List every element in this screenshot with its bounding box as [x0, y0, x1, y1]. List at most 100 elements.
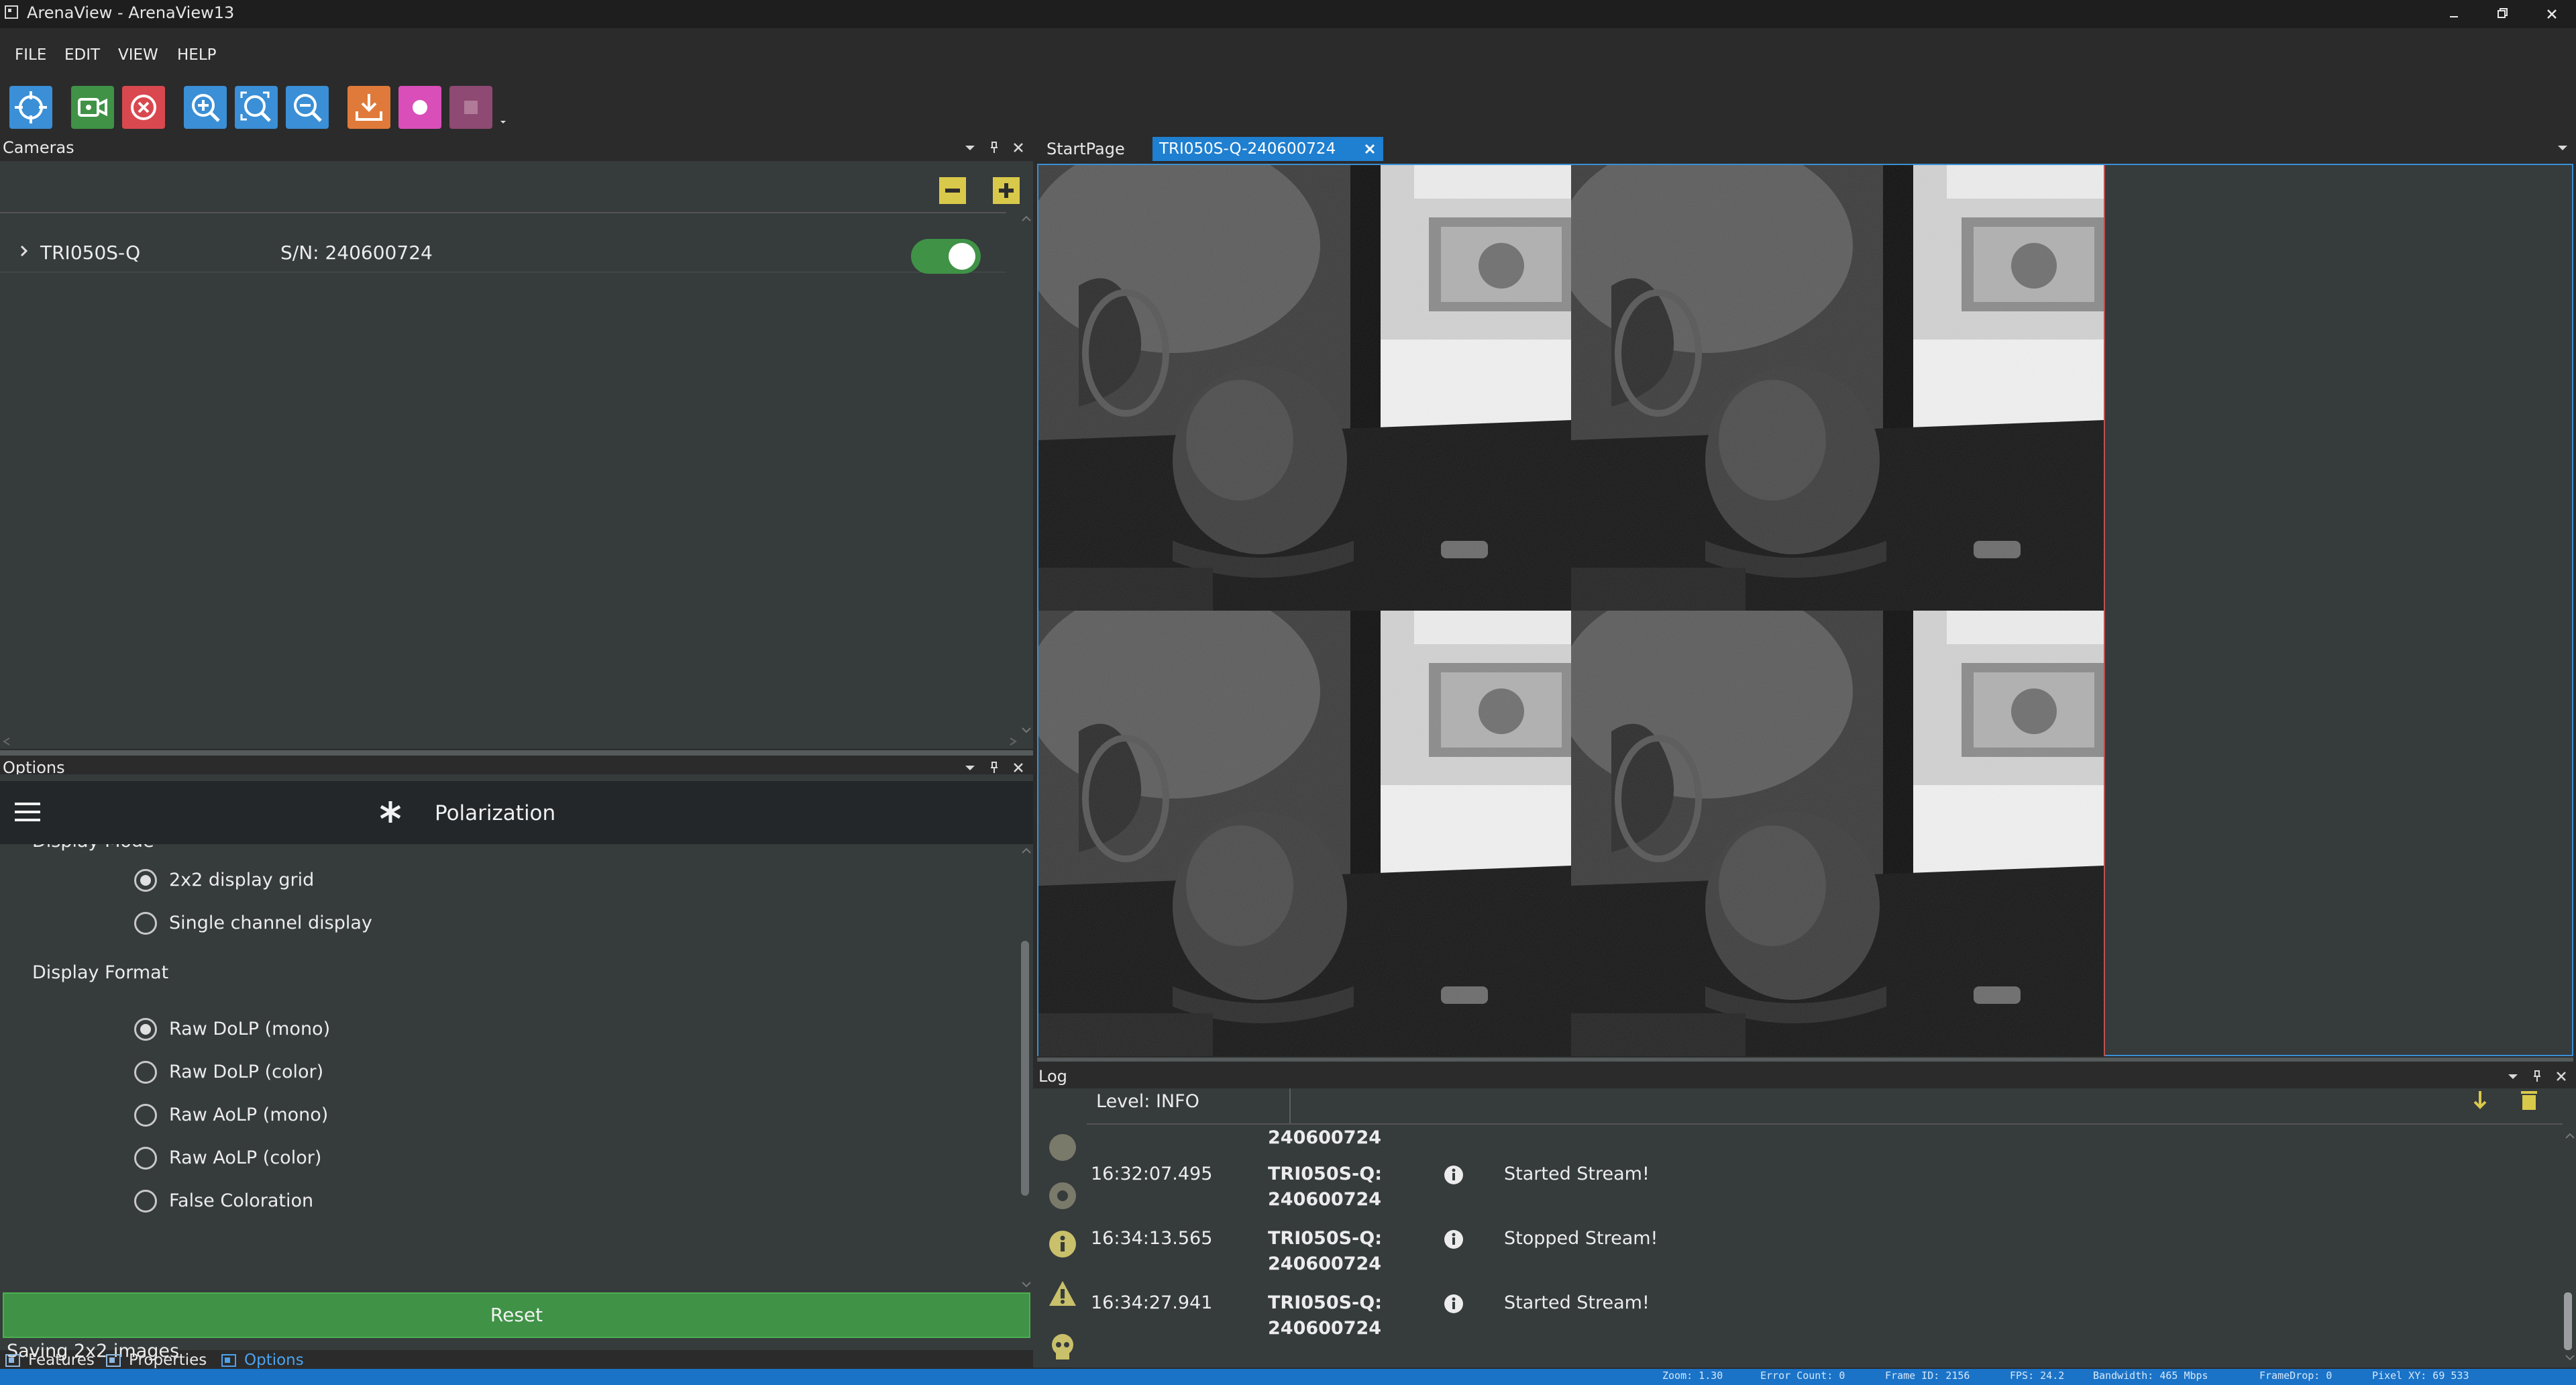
log-message: Started Stream! — [1504, 1164, 1650, 1184]
radio-button[interactable] — [134, 1190, 157, 1213]
zoom-out-button[interactable] — [286, 86, 329, 129]
radio-raw-aolp-color[interactable]: Raw AoLP (color) — [134, 1145, 738, 1174]
menu-view[interactable]: VIEW — [118, 42, 158, 68]
panel-menu-icon[interactable] — [963, 762, 977, 773]
close-tab-icon[interactable] — [1363, 142, 1377, 156]
log-device: TRI050S-Q: — [1268, 1228, 1383, 1249]
toggle-knob — [949, 243, 975, 270]
tabs-dropdown-icon[interactable] — [2556, 144, 2569, 153]
options-tab-icon — [221, 1353, 237, 1368]
radio-2x2-grid[interactable]: 2x2 display grid — [134, 867, 738, 896]
clear-log-icon[interactable] — [2518, 1088, 2540, 1113]
menu-file[interactable]: FILE — [15, 42, 46, 68]
log-entry: 16:34:13.565 TRI050S-Q: 240600724 Stoppe… — [1087, 1228, 2563, 1288]
plus-icon — [993, 177, 1020, 204]
connect-button[interactable] — [9, 86, 52, 129]
radio-raw-dolp-mono[interactable]: Raw DoLP (mono) — [134, 1016, 738, 1045]
close-panel-icon[interactable] — [2555, 1070, 2568, 1083]
debug-level-icon[interactable] — [1048, 1133, 1077, 1162]
menu-help[interactable]: HELP — [177, 42, 217, 68]
log-device-serial: 240600724 — [1268, 1318, 1382, 1339]
camera-enable-toggle[interactable] — [911, 239, 981, 274]
close-panel-icon[interactable] — [1012, 141, 1025, 154]
error-level-icon[interactable] — [1048, 1333, 1077, 1362]
radio-button[interactable] — [134, 1018, 157, 1041]
image-view[interactable] — [1037, 164, 2573, 1056]
reset-button[interactable]: Reset — [3, 1292, 1030, 1338]
stop-record-button[interactable] — [449, 86, 492, 129]
radio-raw-dolp-color[interactable]: Raw DoLP (color) — [134, 1059, 738, 1088]
log-time: 16:34:13.565 — [1091, 1228, 1213, 1249]
collapse-all-button[interactable] — [939, 177, 966, 204]
radio-label: Raw DoLP (mono) — [169, 1019, 331, 1039]
pin-icon[interactable] — [989, 141, 1000, 154]
close-panel-icon[interactable] — [1012, 761, 1025, 774]
radio-button[interactable] — [134, 869, 157, 892]
scroll-up-icon[interactable] — [1020, 844, 1033, 858]
tab-label: Options — [244, 1351, 304, 1369]
menu-bar: FILE EDIT VIEW HELP — [0, 42, 470, 68]
scroll-up-icon[interactable] — [2564, 1130, 2576, 1142]
minimize-button[interactable] — [2434, 3, 2474, 25]
zoom-fit-button[interactable] — [235, 86, 278, 129]
scroll-to-bottom-icon[interactable] — [2470, 1088, 2490, 1113]
panel-menu-icon[interactable] — [963, 142, 977, 153]
radio-button[interactable] — [134, 912, 157, 935]
tab-camera-view[interactable]: TRI050S-Q-240600724 — [1152, 137, 1383, 161]
radio-raw-aolp-mono[interactable]: Raw AoLP (mono) — [134, 1102, 738, 1131]
tab-startpage[interactable]: StartPage — [1040, 137, 1132, 161]
tab-options[interactable]: Options — [221, 1350, 315, 1370]
expand-all-button[interactable] — [993, 177, 1020, 204]
divider — [0, 212, 1006, 213]
start-stream-button[interactable] — [71, 86, 114, 129]
save-image-button[interactable] — [347, 86, 390, 129]
scroll-down-icon[interactable] — [1020, 1278, 1033, 1291]
warning-level-icon[interactable] — [1048, 1279, 1077, 1309]
splitter[interactable] — [1037, 1058, 2573, 1062]
pin-icon[interactable] — [989, 761, 1000, 774]
zoom-in-button[interactable] — [184, 86, 227, 129]
display-mode-heading: Display Mode — [32, 844, 154, 852]
radio-single-channel[interactable]: Single channel display — [134, 910, 738, 939]
radio-label: 2x2 display grid — [169, 870, 315, 890]
splitter[interactable] — [0, 750, 1033, 756]
trace-level-icon[interactable] — [1048, 1181, 1077, 1211]
log-message: Started Stream! — [1504, 1292, 1650, 1313]
tab-label: TRI050S-Q-240600724 — [1159, 140, 1336, 158]
camera-row[interactable]: TRI050S-Q S/N: 240600724 — [0, 231, 1006, 274]
options-header-bar: Polarization — [0, 781, 1033, 844]
scroll-down-icon[interactable] — [1020, 723, 1033, 737]
log-level-filter[interactable]: Level: INFO — [1087, 1088, 1291, 1123]
radio-button[interactable] — [134, 1104, 157, 1127]
log-entry: 16:34:27.941 TRI050S-Q: 240600724 Starte… — [1087, 1292, 2563, 1353]
menu-edit[interactable]: EDIT — [64, 42, 100, 68]
scroll-up-icon[interactable] — [1020, 212, 1033, 225]
radio-button[interactable] — [134, 1147, 157, 1170]
log-device-serial: 240600724 — [1268, 1253, 1382, 1274]
radio-false-coloration[interactable]: False Coloration — [134, 1188, 738, 1217]
log-entries: 240600724 16:32:07.495 TRI050S-Q: 240600… — [1087, 1125, 2569, 1368]
info-level-icon[interactable] — [1048, 1229, 1077, 1259]
panel-menu-icon[interactable] — [2506, 1071, 2520, 1082]
scroll-down-icon[interactable] — [2564, 1351, 2576, 1364]
status-fps: FPS: 24.2 — [2010, 1370, 2065, 1382]
info-icon — [1444, 1294, 1464, 1314]
asterisk-icon — [377, 799, 404, 825]
toolbar-overflow-icon[interactable] — [499, 118, 507, 126]
horizontal-scrollbar[interactable] — [0, 735, 1033, 748]
close-window-button[interactable] — [2532, 3, 2572, 25]
tab-features[interactable]: Features — [5, 1350, 99, 1370]
pin-icon[interactable] — [2532, 1070, 2542, 1083]
stop-stream-button[interactable] — [122, 86, 165, 129]
record-button[interactable] — [398, 86, 441, 129]
restore-button[interactable] — [2482, 3, 2522, 25]
cameras-panel-title: Cameras — [3, 138, 74, 157]
log-time: 16:34:27.941 — [1091, 1292, 1213, 1313]
log-scrollbar-thumb[interactable] — [2564, 1292, 2572, 1350]
expand-chevron-icon[interactable] — [19, 244, 30, 258]
hamburger-menu-icon[interactable] — [15, 801, 40, 823]
radio-button[interactable] — [134, 1061, 157, 1084]
vertical-scrollbar-thumb[interactable] — [1021, 941, 1029, 1196]
tab-properties[interactable]: Properties — [106, 1350, 213, 1370]
options-scroll-area: Display Mode 2x2 display grid Single cha… — [0, 844, 1020, 1368]
